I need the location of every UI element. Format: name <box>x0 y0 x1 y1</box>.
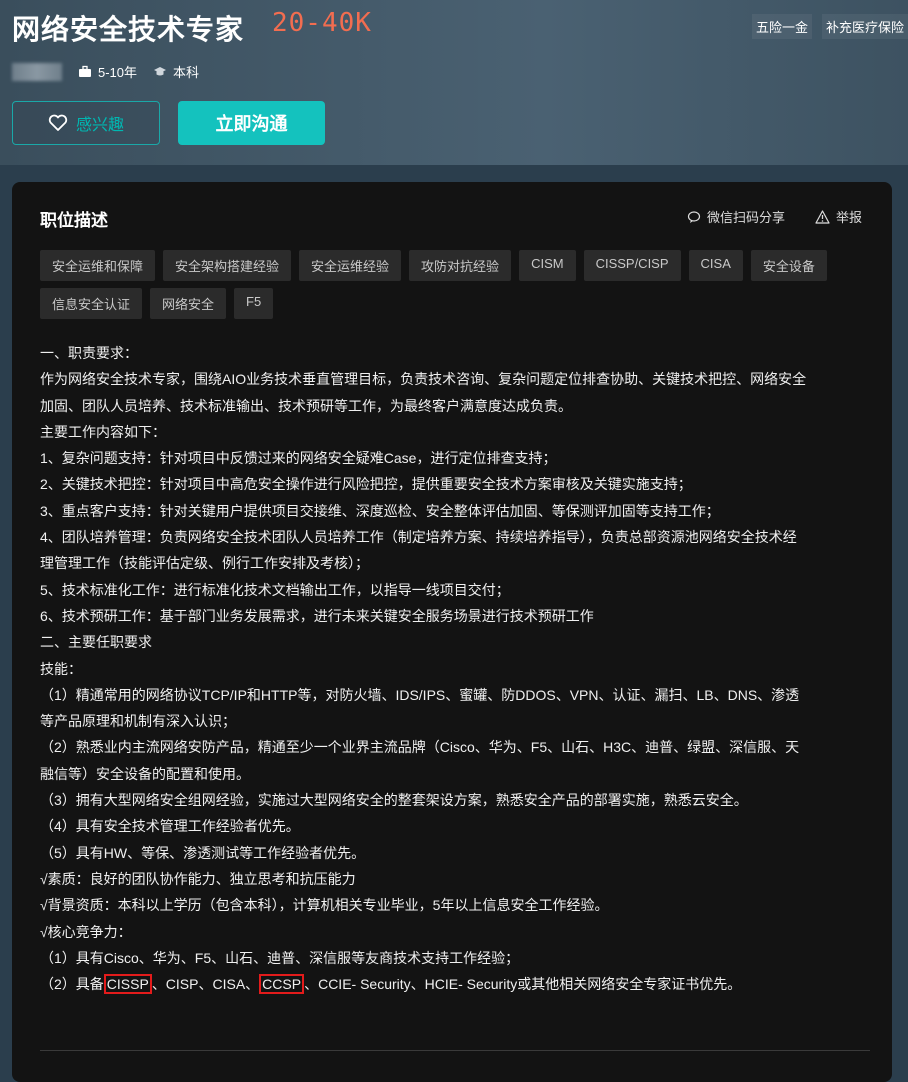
briefcase-icon <box>79 65 91 77</box>
blurred-location <box>12 62 62 81</box>
heart-icon <box>48 114 68 131</box>
skill-tag: 安全架构搭建经验 <box>163 250 292 281</box>
description-line: 主要工作内容如下： <box>40 423 166 440</box>
job-meta: 5-10年 本科 <box>12 62 199 81</box>
salary: 20-40K <box>272 8 372 38</box>
description-line: （3）拥有大型网络安全组网经验，实施过大型网络安全的整套架设方案，熟悉安全产品的… <box>40 792 748 809</box>
highlight-cissp: CISSP <box>103 974 152 995</box>
highlight-ccsp: CCSP <box>259 974 305 995</box>
description-line: （5）具有HW、等保、渗透测试等工作经验者优先。 <box>40 844 366 861</box>
warning-icon <box>815 209 830 224</box>
skill-tag: 攻防对抗经验 <box>409 250 512 281</box>
cert-middle: 、CISP、CISA、 <box>151 976 260 993</box>
description-line: 加固、团队人员培养、技术标准输出、技术预研等工作，为最终客户满意度达成负责。 <box>40 397 572 414</box>
benefit-tag: 补充医疗保险 <box>821 14 908 39</box>
skill-tag: 安全运维和保障 <box>40 250 156 281</box>
description-line: 1、复杂问题支持：针对项目中反馈过来的网络安全疑难Case，进行定位排查支持； <box>40 450 557 467</box>
benefit-tags: 五险一金 补充医疗保险 <box>751 14 908 39</box>
skill-tags: 安全运维和保障 安全架构搭建经验 安全运维经验 攻防对抗经验 CISM CISS… <box>40 250 870 319</box>
job-title: 网络安全技术专家 <box>12 14 245 45</box>
description-line: 3、重点客户支持：针对关键用户提供项目交接维、深度巡检、安全整体评估加固、等保测… <box>40 502 720 519</box>
description-line: 4、团队培养管理：负责网络安全技术团队人员培养工作（制定培养方案、持续培养指导）… <box>40 529 797 546</box>
graduation-cap-icon <box>154 66 167 75</box>
job-description-panel: 职位描述 微信扫码分享 举报 安全运维和保障 安全架构搭建经验 安全运维经验 攻… <box>12 182 892 1082</box>
description-line: 作为网络安全技术专家，围绕AIO业务技术垂直管理目标，负责技术咨询、复杂问题定位… <box>40 371 807 388</box>
description-line: （4）具有安全技术管理工作经验者优先。 <box>40 818 300 835</box>
cert-suffix: 、CCIE- Security、HCIE- Security或其他相关网络安全专… <box>304 976 742 993</box>
education: 本科 <box>153 62 199 81</box>
description-line: 6、技术预研工作：基于部门业务发展需求，进行未来关键安全服务场景进行技术预研工作 <box>40 607 594 624</box>
panel-actions: 微信扫码分享 举报 <box>687 207 862 226</box>
wechat-share-button[interactable]: 微信扫码分享 <box>687 207 785 226</box>
skill-tag: CISM <box>519 250 576 281</box>
skill-tag: F5 <box>234 288 274 319</box>
description-line: （2）熟悉业内主流网络安防产品，精通至少一个业界主流品牌（Cisco、华为、F5… <box>40 739 800 756</box>
interest-label: 感兴趣 <box>75 117 124 134</box>
description-line: （1）精通常用的网络协议TCP/IP和HTTP等，对防火墙、IDS/IPS、蜜罐… <box>40 686 800 703</box>
skill-tag: CISA <box>688 250 743 281</box>
benefit-tag: 五险一金 <box>751 14 812 39</box>
skill-tag: 安全设备 <box>750 250 827 281</box>
job-description-text: 一、职责要求： 作为网络安全技术专家，围绕AIO业务技术垂直管理目标，负责技术咨… <box>40 340 870 997</box>
description-line: 5、技术标准化工作：进行标准化技术文档输出工作，以指导一线项目交付； <box>40 581 510 598</box>
description-line: 二、主要任职要求 <box>40 634 152 651</box>
cert-prefix: （2）具备 <box>40 976 104 993</box>
description-line: 一、职责要求： <box>40 345 138 361</box>
description-line-certifications: （2）具备 CISSP 、CISP、CISA、 CCSP 、CCIE- Security… <box>40 971 870 997</box>
skill-tag: 安全运维经验 <box>299 250 402 281</box>
description-line: 技能： <box>40 660 82 677</box>
interest-button[interactable]: 感兴趣 <box>12 101 160 145</box>
report-button[interactable]: 举报 <box>815 207 862 226</box>
description-line: 融信等）安全设备的配置和使用。 <box>40 765 250 782</box>
section-title: 职位描述 <box>40 211 108 230</box>
description-line: 2、关键技术把控：针对项目中高危安全操作进行风险把控，提供重要安全技术方案审核及… <box>40 476 692 493</box>
skill-tag: CISSP/CISP <box>583 250 681 281</box>
experience: 5-10年 <box>78 62 137 81</box>
skill-tag: 信息安全认证 <box>40 288 143 319</box>
job-header: 网络安全技术专家 20-40K 五险一金 补充医疗保险 5-10年 本科 感兴趣… <box>0 0 908 165</box>
description-line: √背景资质：本科以上学历（包含本科），计算机相关专业毕业，5年以上信息安全工作经… <box>40 897 609 914</box>
report-label: 举报 <box>835 210 862 225</box>
description-line: 理管理工作（技能评估定级、例行工作安排及考核）； <box>40 555 369 572</box>
skill-tag: 网络安全 <box>150 288 227 319</box>
description-line: √核心竞争力： <box>40 923 132 940</box>
divider <box>40 1050 870 1051</box>
description-line: （1）具有Cisco、华为、F5、山石、迪普、深信服等友商技术支持工作经验； <box>40 949 520 966</box>
description-line: √素质：良好的团队协作能力、独立思考和抗压能力 <box>40 870 356 887</box>
chat-now-button[interactable]: 立即沟通 <box>178 101 325 145</box>
description-line: 等产品原理和机制有深入认识； <box>40 713 236 730</box>
chat-bubble-icon <box>687 210 701 223</box>
experience-label: 5-10年 <box>98 65 138 80</box>
education-label: 本科 <box>173 65 200 80</box>
share-label: 微信扫码分享 <box>706 210 785 225</box>
